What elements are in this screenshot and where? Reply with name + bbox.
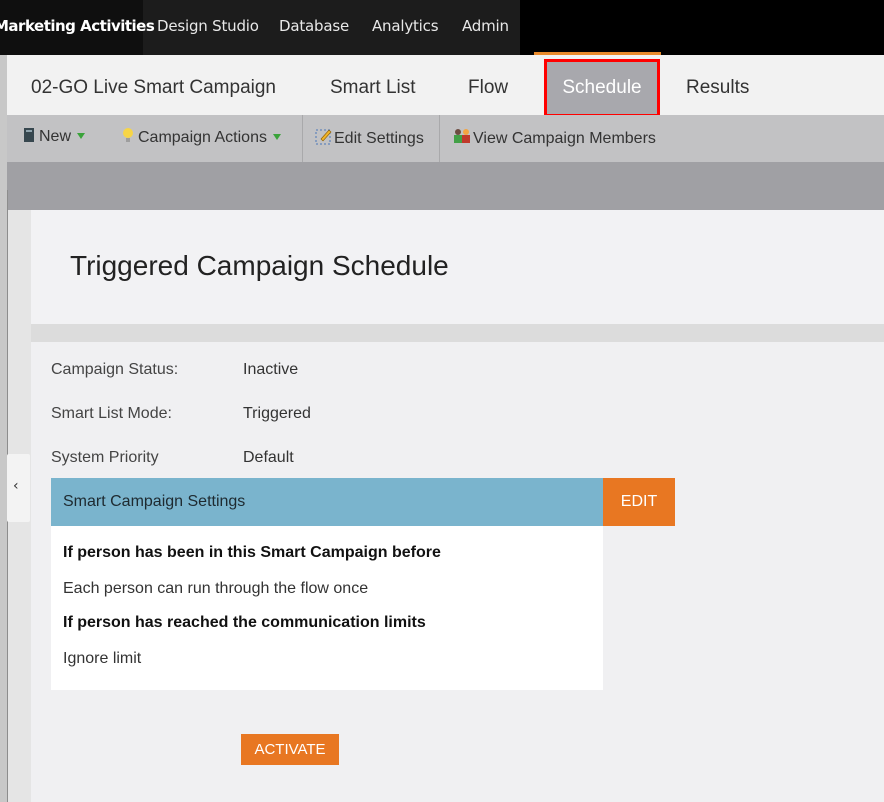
- campaign-tab-bar: 02-GO Live Smart Campaign Smart List Flo…: [7, 55, 884, 115]
- edit-settings-label: Edit Settings: [334, 130, 424, 147]
- dropdown-arrow-icon: [77, 133, 86, 139]
- collapse-sidebar-button[interactable]: ‹: [7, 454, 30, 522]
- new-button[interactable]: New: [22, 127, 86, 146]
- edit-settings-button[interactable]: Edit Settings: [315, 127, 424, 148]
- campaign-actions-label: Campaign Actions: [138, 129, 267, 146]
- tab-results[interactable]: Results: [686, 77, 749, 99]
- left-scrollbar[interactable]: [0, 55, 7, 802]
- topnav-database[interactable]: Database: [279, 17, 349, 35]
- topnav-design-studio[interactable]: Design Studio: [157, 17, 259, 35]
- system-priority-label: System Priority: [51, 449, 159, 466]
- top-navigation: Marketing Activities Design Studio Datab…: [0, 0, 884, 55]
- tab-campaign-name[interactable]: 02-GO Live Smart Campaign: [31, 77, 276, 99]
- activate-button[interactable]: ACTIVATE: [241, 734, 339, 765]
- settings-header-title: Smart Campaign Settings: [63, 493, 246, 510]
- toolbar-sub-bar: [7, 162, 884, 210]
- settings-heading-previous-run: If person has been in this Smart Campaig…: [63, 544, 441, 561]
- campaign-toolbar: New Campaign Actions Edit Settings View …: [7, 115, 884, 162]
- panel-divider: [31, 324, 884, 342]
- topnav-marketing-activities[interactable]: Marketing Activities: [0, 17, 155, 35]
- system-priority-value: Default: [243, 449, 294, 466]
- topnav-analytics[interactable]: Analytics: [372, 17, 439, 35]
- tab-schedule-label: Schedule: [562, 77, 642, 98]
- view-campaign-members-button[interactable]: View Campaign Members: [452, 127, 656, 148]
- toolbar-divider: [302, 115, 303, 162]
- new-button-label: New: [39, 128, 72, 145]
- smart-campaign-settings-body: If person has been in this Smart Campaig…: [51, 526, 603, 690]
- pencil-edit-icon: [315, 129, 332, 145]
- toolbar-divider: [439, 115, 440, 162]
- smart-campaign-settings-header: Smart Campaign Settings: [51, 478, 603, 526]
- title-panel: Triggered Campaign Schedule: [31, 210, 884, 324]
- edit-settings-btn[interactable]: EDIT: [603, 478, 675, 526]
- smart-list-mode-value: Triggered: [243, 405, 311, 422]
- campaign-actions-button[interactable]: Campaign Actions: [121, 127, 281, 147]
- view-campaign-members-label: View Campaign Members: [473, 130, 656, 147]
- campaign-status-label: Campaign Status:: [51, 361, 179, 378]
- lightbulb-icon: [123, 128, 133, 142]
- topnav-admin[interactable]: Admin: [462, 17, 509, 35]
- smart-list-mode-label: Smart List Mode:: [51, 405, 172, 422]
- settings-value-previous-run: Each person can run through the flow onc…: [63, 580, 369, 597]
- settings-heading-communication-limits: If person has reached the communication …: [63, 614, 426, 631]
- chevron-left-icon: ‹: [13, 478, 19, 494]
- people-icon: [454, 129, 470, 143]
- tab-schedule[interactable]: Schedule: [544, 59, 660, 117]
- page-title: Triggered Campaign Schedule: [70, 250, 449, 281]
- tab-smart-list[interactable]: Smart List: [330, 77, 416, 99]
- document-icon: [24, 128, 34, 142]
- tab-flow[interactable]: Flow: [468, 77, 508, 99]
- campaign-status-value: Inactive: [243, 361, 299, 378]
- dropdown-arrow-icon: [272, 134, 281, 140]
- settings-value-communication-limits: Ignore limit: [63, 650, 142, 667]
